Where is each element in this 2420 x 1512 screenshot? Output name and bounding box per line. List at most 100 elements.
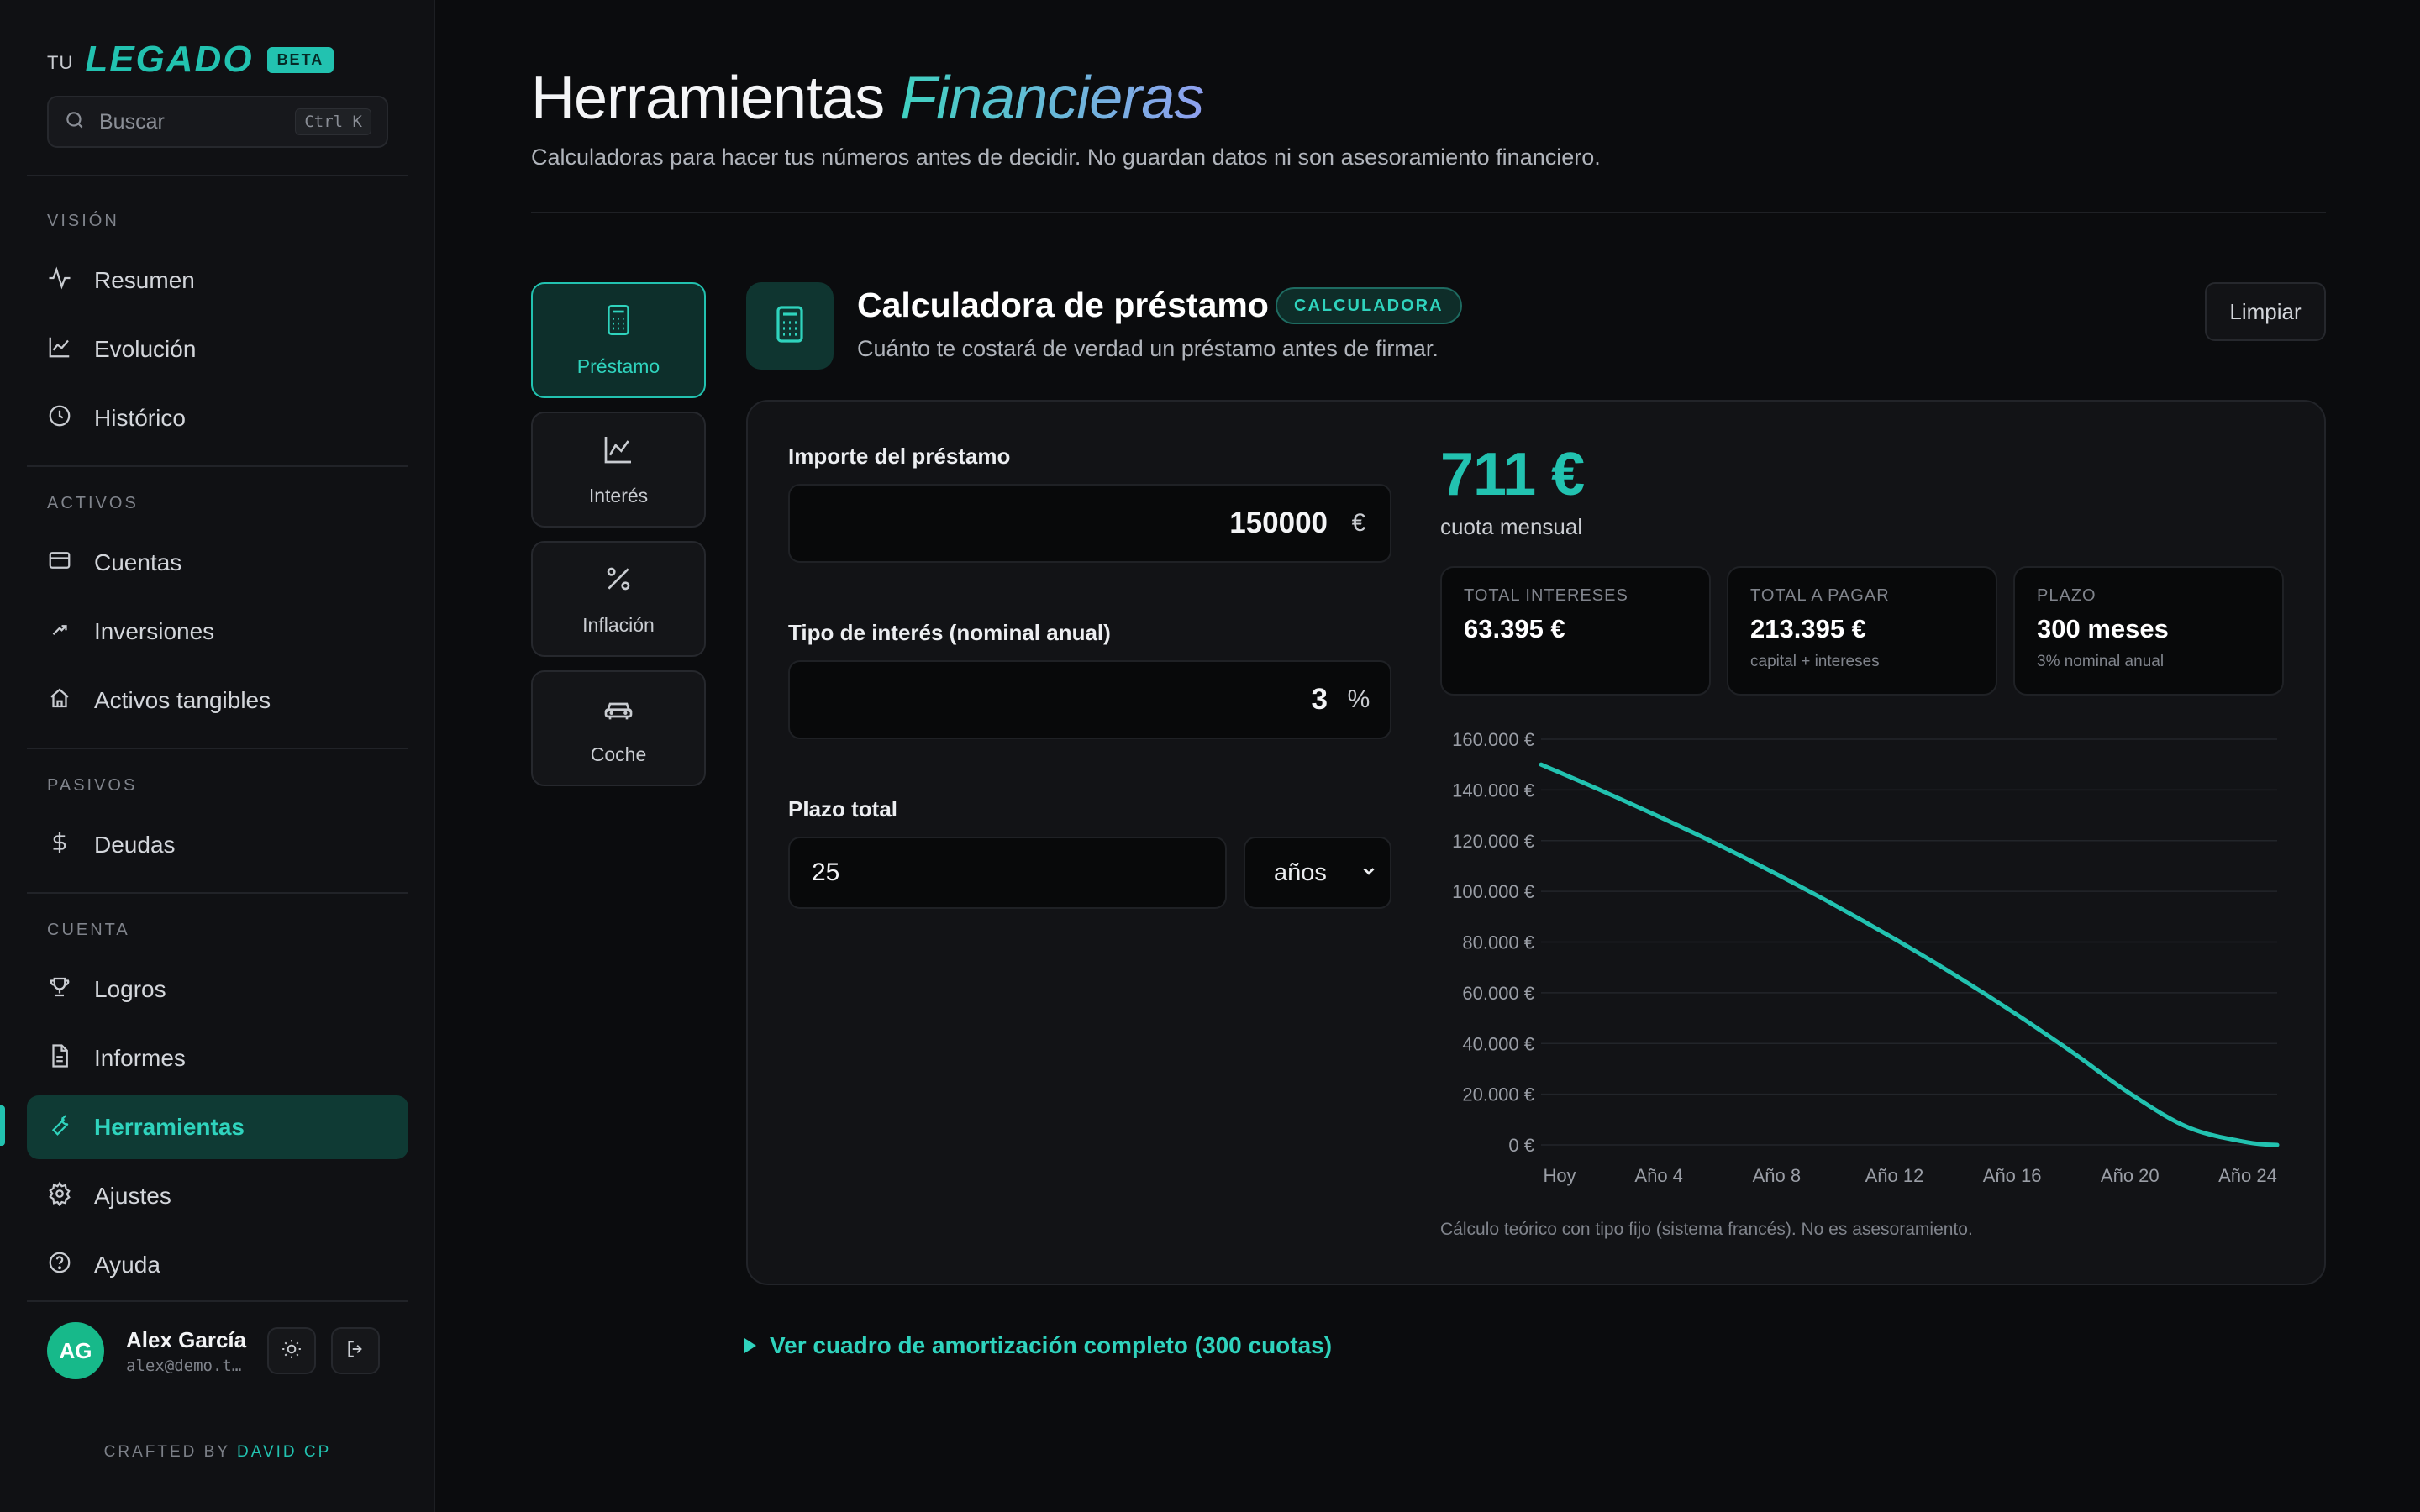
monthly-payment-label: cuota mensual <box>1440 514 1583 539</box>
balance-series-line <box>1539 762 2280 1147</box>
stat-sub: capital + intereses <box>1750 653 1880 670</box>
stat-value: 63.395 € <box>1464 614 1565 643</box>
y-tick-label: 0 € <box>1508 1135 1534 1156</box>
stat-value: 213.395 € <box>1750 614 1866 643</box>
line-chart-icon <box>47 334 94 365</box>
tab-label: Préstamo <box>576 354 660 377</box>
stat-total-a-pagar: TOTAL A PAGAR 213.395 € capital + intere… <box>1727 566 1997 696</box>
amount-field[interactable]: 150000 € <box>788 484 1392 563</box>
clear-button[interactable]: Limpiar <box>2205 282 2326 341</box>
calculator-title: Calculadora de préstamo <box>857 286 1269 324</box>
y-tick-label: 140.000 € <box>1452 780 1534 801</box>
y-tick-label: 160.000 € <box>1452 729 1534 750</box>
tab-label: Interés <box>588 484 649 507</box>
amount-label: Importe del préstamo <box>788 444 1011 469</box>
user-email: alex@demo.t… <box>126 1356 242 1375</box>
section-label-cuenta: CUENTA <box>47 921 130 939</box>
brand-name: LEGADO <box>85 39 254 80</box>
stat-label: TOTAL INTERESES <box>1464 586 1628 605</box>
dollar-icon <box>47 830 94 861</box>
sidebar-item-label: Histórico <box>94 405 186 431</box>
sidebar-item-herramientas[interactable]: Herramientas <box>27 1095 408 1159</box>
sidebar-item-label: Deudas <box>94 832 176 858</box>
card-icon <box>47 548 94 579</box>
search-input[interactable]: Buscar Ctrl K <box>47 96 388 148</box>
stat-label: PLAZO <box>2037 586 2096 605</box>
sidebar-item-ajustes[interactable]: Ajustes <box>27 1164 408 1228</box>
page-title-main: Herramientas <box>531 65 885 132</box>
amortization-link-label: Ver cuadro de amortización completo (300… <box>770 1332 1333 1358</box>
x-tick-label: Año 8 <box>1753 1165 1802 1186</box>
sidebar-item-logros[interactable]: Logros <box>27 958 408 1021</box>
brand-prefix: TU <box>47 52 74 73</box>
term-unit-select[interactable]: años <box>1244 837 1392 909</box>
chevron-down-icon <box>1360 859 1378 887</box>
sidebar-divider <box>27 465 408 467</box>
calculator-subtitle: Cuánto te costará de verdad un préstamo … <box>857 336 1439 361</box>
crafted-author-link[interactable]: DAVID CP <box>237 1443 331 1461</box>
sidebar-item-activos-tangibles[interactable]: Activos tangibles <box>27 669 408 732</box>
sidebar-item-label: Informes <box>94 1045 186 1071</box>
trophy-icon <box>47 974 94 1005</box>
active-indicator <box>0 1105 5 1146</box>
sidebar-item-informes[interactable]: Informes <box>27 1026 408 1090</box>
rate-label: Tipo de interés (nominal anual) <box>788 620 1111 645</box>
search-placeholder: Buscar <box>99 109 165 134</box>
theme-toggle-button[interactable] <box>267 1327 316 1374</box>
y-tick-label: 120.000 € <box>1452 831 1534 852</box>
help-icon <box>47 1250 94 1281</box>
y-tick-label: 80.000 € <box>1462 932 1534 953</box>
tab-prestamo[interactable]: Préstamo <box>531 282 706 398</box>
term-value: 25 <box>812 858 840 886</box>
sun-icon <box>281 1338 302 1364</box>
trend-up-icon <box>47 617 94 648</box>
amount-value: 150000 <box>1229 507 1328 539</box>
logout-button[interactable] <box>331 1327 380 1374</box>
sidebar-divider <box>27 748 408 749</box>
tab-interes[interactable]: Interés <box>531 412 706 528</box>
crafted-prefix: CRAFTED BY <box>103 1443 230 1461</box>
page-title: Herramientas Financieras <box>531 64 1204 133</box>
search-shortcut: Ctrl K <box>295 108 371 135</box>
tab-label: Coche <box>590 743 647 765</box>
term-field[interactable]: 25 <box>788 837 1227 909</box>
sidebar-item-label: Activos tangibles <box>94 687 271 713</box>
stat-sub: 3% nominal anual <box>2037 653 2165 670</box>
x-tick-label: Año 16 <box>1983 1165 2042 1186</box>
stat-total-intereses: TOTAL INTERESES 63.395 € <box>1440 566 1711 696</box>
sidebar-item-label: Resumen <box>94 267 195 293</box>
rate-field[interactable]: 3 % <box>788 660 1392 739</box>
y-tick-label: 20.000 € <box>1462 1084 1534 1105</box>
sidebar-item-historico[interactable]: Histórico <box>27 386 408 450</box>
avatar[interactable]: AG <box>47 1322 104 1379</box>
sidebar-item-label: Herramientas <box>94 1114 245 1140</box>
tab-inflacion[interactable]: Inflación <box>531 541 706 657</box>
tab-coche[interactable]: Coche <box>531 670 706 786</box>
sidebar-item-deudas[interactable]: Deudas <box>27 813 408 877</box>
sidebar-divider <box>27 1300 408 1302</box>
rate-value: 3 <box>1311 683 1328 716</box>
search-icon <box>64 109 86 135</box>
triangle-right-icon <box>744 1338 756 1353</box>
sidebar-item-cuentas[interactable]: Cuentas <box>27 531 408 595</box>
beta-badge: BETA <box>266 46 334 73</box>
sidebar-item-evolucion[interactable]: Evolución <box>27 318 408 381</box>
brand-logo[interactable]: TU LEGADO BETA <box>47 39 334 80</box>
sidebar-item-resumen[interactable]: Resumen <box>27 249 408 312</box>
wrench-icon <box>47 1112 94 1143</box>
activity-icon <box>47 265 94 297</box>
term-unit-value: años <box>1274 858 1327 886</box>
sidebar-item-inversiones[interactable]: Inversiones <box>27 600 408 664</box>
x-tick-label: Año 24 <box>2218 1165 2277 1186</box>
amortization-toggle[interactable]: Ver cuadro de amortización completo (300… <box>744 1332 1332 1359</box>
sidebar-item-label: Logros <box>94 976 166 1002</box>
section-label-vision: VISIÓN <box>47 212 119 230</box>
sidebar-divider <box>27 892 408 894</box>
user-panel: AG Alex García alex@demo.t… <box>47 1322 380 1379</box>
page-title-accent: Financieras <box>900 65 1204 132</box>
sidebar-item-ayuda[interactable]: Ayuda <box>27 1233 408 1297</box>
calculation-note: Cálculo teórico con tipo fijo (sistema f… <box>1440 1220 1973 1239</box>
header-divider <box>531 212 2326 213</box>
stat-value: 300 meses <box>2037 614 2169 643</box>
user-name: Alex García <box>126 1326 247 1352</box>
